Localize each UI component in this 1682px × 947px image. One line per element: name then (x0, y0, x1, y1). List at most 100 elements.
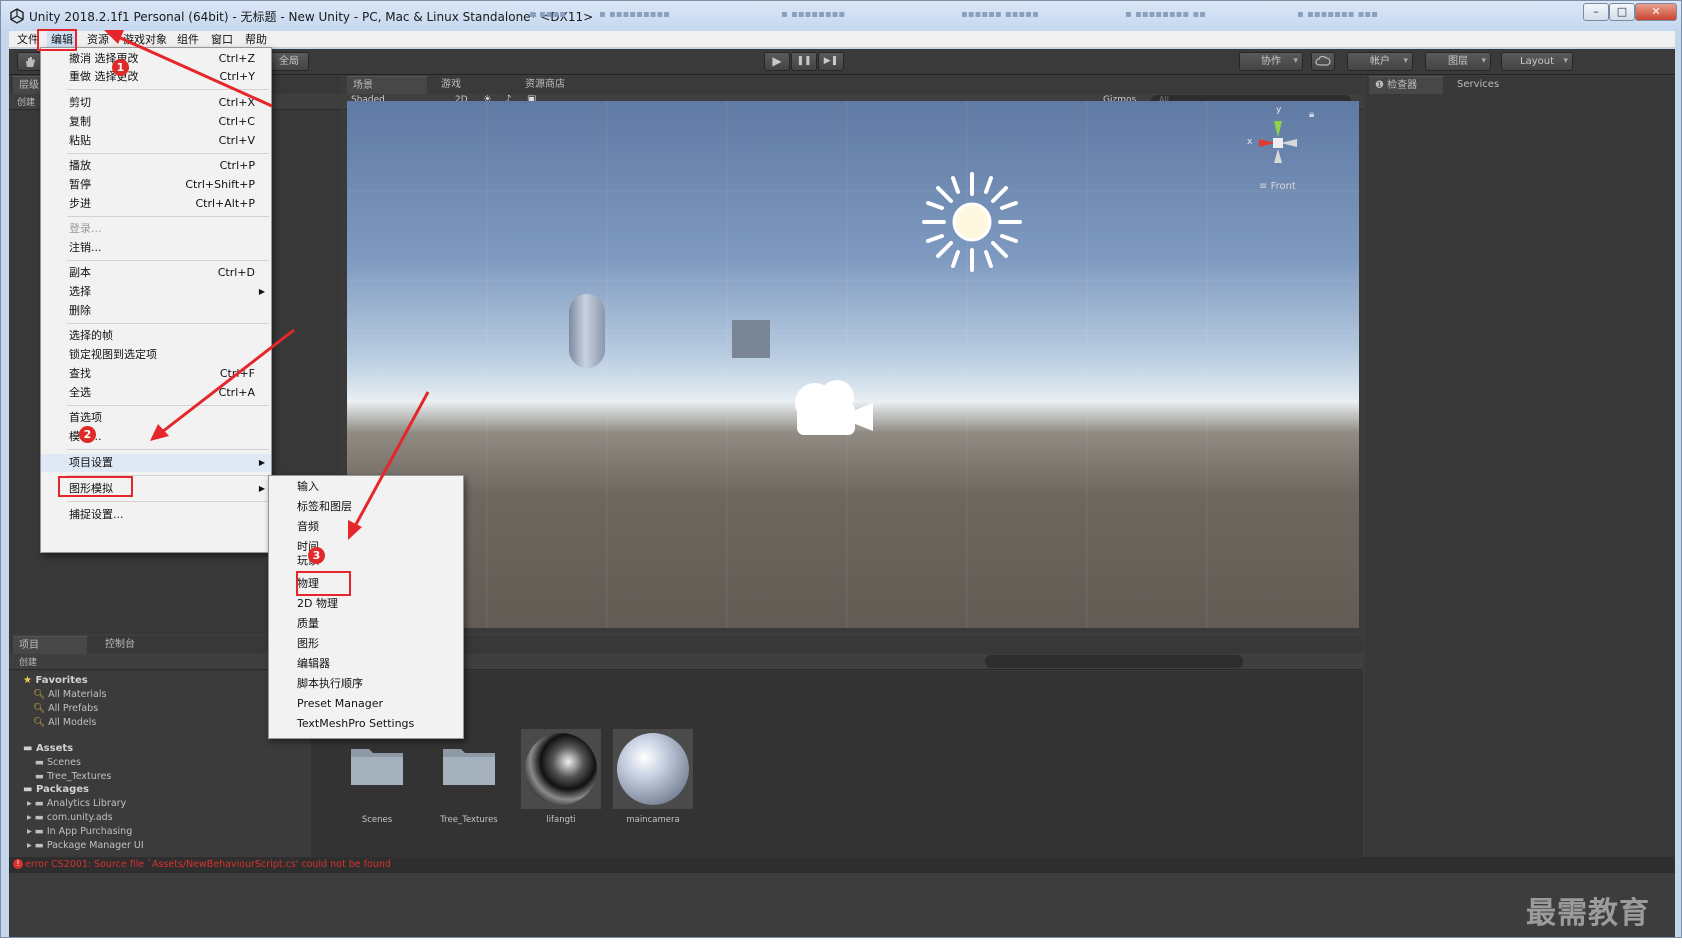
layout-dropdown[interactable]: Layout (1501, 52, 1573, 71)
favorites-header[interactable]: ★ Favorites (23, 675, 88, 686)
project-toolbar: 创建 (9, 654, 1363, 670)
project-search-input[interactable] (985, 655, 1243, 668)
tab-scene[interactable]: 场景 (347, 76, 427, 94)
submenu-item-audio[interactable]: 音频 (269, 518, 463, 536)
tab-project[interactable]: 项目 (13, 636, 87, 654)
asset-material-maincamera[interactable]: maincamera (613, 729, 693, 825)
packages-folder[interactable]: ▬ Packages (23, 784, 89, 795)
packages-label: Packages (35, 784, 89, 795)
layers-dropdown[interactable]: 图层 (1425, 52, 1491, 71)
submenu-item-textmeshpro-settings[interactable]: TextMeshPro Settings (269, 715, 463, 733)
collab-dropdown[interactable]: 协作 (1239, 52, 1303, 71)
play-button[interactable]: ▶ (764, 52, 790, 71)
menu-bar: 文件 编辑 资源 游戏对象 组件 窗口 帮助 (9, 31, 1675, 48)
menu-item-project-settings[interactable]: 项目设置 ▶ (41, 454, 271, 472)
submenu-item-input[interactable]: 输入 (269, 478, 463, 496)
menu-item-undo[interactable]: 撤消 选择更改 Ctrl+Z (41, 50, 271, 68)
background-tab-ghost: ▪ ▪▪▪▪▪▪▪▪ ▪▪ (1125, 9, 1206, 20)
favorite-item[interactable]: 🔍︎ All Models (33, 717, 96, 728)
minimize-button[interactable]: – (1583, 3, 1609, 21)
submenu-item-quality[interactable]: 质量 (269, 615, 463, 633)
step-button[interactable]: ▶❚ (818, 52, 844, 71)
asset-material-lifangti[interactable]: lifangti (521, 729, 601, 825)
submenu-arrow-icon: ▶ (258, 287, 265, 296)
submenu-item-graphics[interactable]: 图形 (269, 635, 463, 653)
menu-item-cut[interactable]: 剪切 Ctrl+X (41, 94, 271, 112)
menu-gameobject[interactable]: 游戏对象 (119, 31, 171, 48)
favorite-item-label: All Models (48, 717, 97, 728)
menu-component[interactable]: 组件 (173, 31, 203, 48)
capsule-object[interactable] (569, 294, 605, 368)
scene-tab-label: 场景 (353, 80, 373, 91)
menu-item-copy[interactable]: 复制 Ctrl+C (41, 113, 271, 131)
menu-item-select-all[interactable]: 全选 Ctrl+A (41, 384, 271, 402)
account-dropdown[interactable]: 帐户 (1347, 52, 1413, 71)
material-preview (521, 729, 601, 809)
menu-item-preferences[interactable]: 首选项 (41, 409, 271, 427)
menu-item-paste[interactable]: 粘贴 Ctrl+V (41, 132, 271, 150)
folder-item-label: Tree_Textures (47, 771, 112, 782)
submenu-item-tags-layers[interactable]: 标签和图层 (269, 498, 463, 516)
camera-gizmo-icon[interactable] (787, 375, 879, 441)
status-bar[interactable]: ! error CS2001: Source file `Assets/NewB… (9, 857, 1675, 873)
tab-asset-store[interactable]: 资源商店 (519, 76, 571, 94)
inspector-panel: ❶ 检查器 Services (1365, 76, 1675, 857)
menu-item-frame-selected[interactable]: 选择的帧 (41, 327, 271, 345)
package-item[interactable]: ▸ ▬ Analytics Library (27, 798, 126, 809)
menu-item-snap-settings[interactable]: 捕捉设置... (41, 506, 271, 524)
menu-item-duplicate[interactable]: 副本 Ctrl+D (41, 264, 271, 282)
submenu-item-player[interactable]: 玩家 (269, 552, 463, 570)
package-item[interactable]: ▸ ▬ Package Manager UI (27, 840, 144, 851)
submenu-item-preset-manager[interactable]: Preset Manager (269, 695, 463, 713)
package-item[interactable]: ▸ ▬ com.unity.ads (27, 812, 113, 823)
assets-folder[interactable]: ▬ Assets (23, 743, 73, 754)
gizmo-lock-icon[interactable]: 🔒︎ (1309, 109, 1314, 120)
menu-item-play[interactable]: 播放 Ctrl+P (41, 157, 271, 175)
pivot-global-button[interactable]: 全局 (269, 52, 309, 71)
tab-inspector[interactable]: ❶ 检查器 (1369, 76, 1443, 94)
favorite-item[interactable]: 🔍︎ All Prefabs (33, 703, 98, 714)
cloud-button[interactable] (1311, 52, 1335, 71)
directional-light-icon[interactable] (917, 167, 1027, 277)
menu-item-step[interactable]: 步进 Ctrl+Alt+P (41, 195, 271, 213)
folder-item-label: Scenes (47, 757, 81, 768)
folder-item[interactable]: ▬ Tree_Textures (35, 771, 111, 782)
submenu-item-script-execution-order[interactable]: 脚本执行顺序 (269, 675, 463, 693)
close-button[interactable]: ✕ (1635, 3, 1677, 21)
assets-label: Assets (35, 743, 74, 754)
menu-item-sign-out[interactable]: 注销... (41, 239, 271, 257)
favorite-item[interactable]: 🔍︎ All Materials (33, 689, 106, 700)
menu-item-find[interactable]: 查找 Ctrl+F (41, 365, 271, 383)
package-item[interactable]: ▸ ▬ In App Purchasing (27, 826, 132, 837)
maximize-button[interactable]: □ (1609, 3, 1635, 21)
cube-object[interactable] (732, 320, 770, 358)
tab-console[interactable]: 控制台 (99, 636, 141, 654)
hierarchy-create-button[interactable]: 创建 (17, 95, 35, 108)
folder-icon (351, 749, 403, 785)
scene-viewport[interactable]: y x ≡ Front 🔒︎ (347, 101, 1359, 628)
folder-item[interactable]: ▬ Scenes (35, 757, 81, 768)
menu-item-delete[interactable]: 删除 (41, 302, 271, 320)
sphere-preview (525, 733, 597, 805)
tab-game[interactable]: 游戏 (435, 76, 467, 94)
menu-item-modules[interactable]: 模块... (41, 428, 271, 446)
star-icon: ★ (23, 675, 32, 686)
menu-item-pause[interactable]: 暂停 Ctrl+Shift+P (41, 176, 271, 194)
menu-item-select[interactable]: 选择 ▶ (41, 283, 271, 301)
project-create-button[interactable]: 创建 (19, 655, 37, 668)
gizmo-x-label: x (1247, 137, 1253, 147)
menu-assets[interactable]: 资源 (83, 31, 113, 48)
favorites-label: Favorites (35, 675, 88, 686)
submenu-item-editor[interactable]: 编辑器 (269, 655, 463, 673)
pause-button[interactable]: ❚❚ (791, 52, 817, 71)
submenu-item-physics-2d[interactable]: 2D 物理 (269, 595, 463, 613)
menu-item-redo[interactable]: 重做 选择更改 Ctrl+Y (41, 68, 271, 86)
console-tab-label: 控制台 (105, 639, 135, 650)
scene-grid (347, 101, 1359, 628)
tab-services[interactable]: Services (1451, 76, 1505, 94)
menu-item-lock-view[interactable]: 锁定视图到选定项 (41, 346, 271, 364)
highlight-project-settings (58, 476, 133, 497)
menu-window[interactable]: 窗口 (207, 31, 237, 48)
menu-help[interactable]: 帮助 (241, 31, 271, 48)
orientation-gizmo-icon[interactable] (1243, 105, 1313, 175)
